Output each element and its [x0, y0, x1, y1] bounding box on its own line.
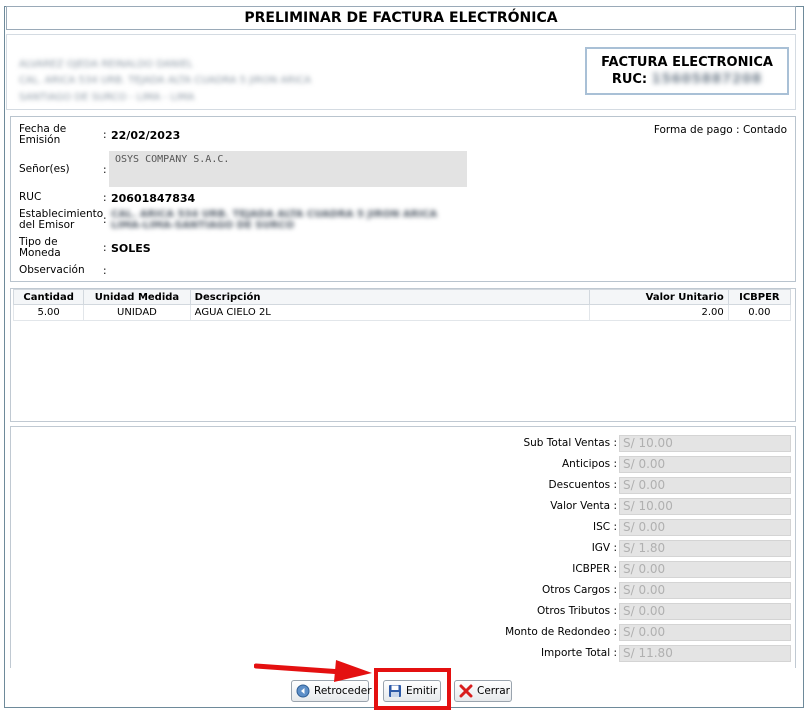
emitter-panel: ALVAREZ OJEDA REINALDO DANIEL CAL. ARICA… [6, 34, 796, 110]
cell-icbper: 0.00 [727, 304, 792, 321]
otros-cargos-label: Otros Cargos : [541, 584, 617, 596]
valor-venta-value: S/ 10.00 [619, 498, 791, 515]
total-row-redondeo: Monto de Redondeo : S/ 0.00 [11, 624, 797, 641]
emitir-highlight-box [374, 668, 451, 710]
fecha-label: Fecha de Emisión [19, 123, 67, 146]
otros-cargos-value: S/ 0.00 [619, 582, 791, 599]
igv-label: IGV : [591, 542, 617, 554]
importe-total-value: S/ 11.80 [619, 645, 791, 662]
icbper-label: ICBPER : [572, 563, 617, 575]
subtotal-value: S/ 10.00 [619, 435, 791, 452]
document-type-box: FACTURA ELECTRONICA RUC: 15605887208 [585, 47, 789, 95]
colon: : [103, 265, 107, 277]
items-table: Cantidad Unidad Medida Descripción Valor… [12, 289, 792, 321]
anticipos-label: Anticipos : [562, 458, 617, 470]
emitter-name: ALVAREZ OJEDA REINALDO DANIEL [19, 59, 193, 70]
invoice-header-panel: Fecha de Emisión : 22/02/2023 Señor(es) … [10, 116, 796, 282]
ruc-label: RUC [19, 191, 42, 203]
total-row-valor-venta: Valor Venta : S/ 10.00 [11, 498, 797, 515]
total-row-importe-total: Importe Total : S/ 11.80 [11, 645, 797, 662]
items-panel: Cantidad Unidad Medida Descripción Valor… [10, 288, 796, 422]
redondeo-value: S/ 0.00 [619, 624, 791, 641]
forma-pago-label: Forma de pago [653, 124, 733, 136]
colon: : [103, 214, 107, 226]
establecimiento-label: Establecimiento del Emisor [19, 208, 104, 231]
col-valor-unitario: Valor Unitario [589, 289, 729, 305]
total-row-descuentos: Descuentos : S/ 0.00 [11, 477, 797, 494]
total-row-icbper: ICBPER : S/ 0.00 [11, 561, 797, 578]
ruc-value: 20601847834 [111, 192, 196, 205]
colon: : [103, 129, 107, 141]
items-header-row: Cantidad Unidad Medida Descripción Valor… [12, 289, 792, 305]
total-row-isc: ISC : S/ 0.00 [11, 519, 797, 536]
pointer-arrow-icon [254, 660, 372, 682]
descuentos-label: Descuentos : [548, 479, 617, 491]
fecha-value: 22/02/2023 [111, 129, 181, 142]
colon: : [103, 242, 107, 254]
total-row-otros-cargos: Otros Cargos : S/ 0.00 [11, 582, 797, 599]
establecimiento-line2: LIMA-LIMA-SANTIAGO DE SURCO [111, 220, 295, 231]
cell-unidad: UNIDAD [83, 304, 191, 321]
col-descripcion: Descripción [189, 289, 591, 305]
anticipos-value: S/ 0.00 [619, 456, 791, 473]
window-title: PRELIMINAR DE FACTURA ELECTRÓNICA [6, 6, 796, 30]
totals-panel: Sub Total Ventas : S/ 10.00 Anticipos : … [10, 426, 796, 668]
total-row-igv: IGV : S/ 1.80 [11, 540, 797, 557]
redondeo-label: Monto de Redondeo : [505, 626, 617, 638]
document-type: FACTURA ELECTRONICA [601, 55, 773, 70]
total-row-anticipos: Anticipos : S/ 0.00 [11, 456, 797, 473]
col-cantidad: Cantidad [12, 289, 85, 305]
forma-pago: Forma de pago : Contado [654, 124, 787, 136]
descuentos-value: S/ 0.00 [619, 477, 791, 494]
total-row-subtotal: Sub Total Ventas : S/ 10.00 [11, 435, 797, 452]
emitter-address-line1: CAL. ARICA 534 URB. TEJADA ALTA CUADRA 5… [19, 75, 312, 86]
otros-tributos-value: S/ 0.00 [619, 603, 791, 620]
col-icbper: ICBPER [727, 289, 792, 305]
isc-value: S/ 0.00 [619, 519, 791, 536]
icbper-value: S/ 0.00 [619, 561, 791, 578]
colon: : [736, 124, 740, 136]
otros-tributos-label: Otros Tributos : [536, 605, 617, 617]
emitter-address-line2: SANTIAGO DE SURCO - LIMA - LIMA [19, 92, 195, 103]
moneda-value: SOLES [111, 242, 151, 255]
subtotal-label: Sub Total Ventas : [523, 437, 617, 449]
forma-pago-value: Contado [742, 124, 787, 136]
cell-descripcion: AGUA CIELO 2L [189, 304, 591, 321]
emitter-ruc: RUC: 15605887208 [587, 72, 787, 87]
isc-label: ISC : [593, 521, 617, 533]
cerrar-label: Cerrar [477, 685, 510, 697]
cell-cantidad: 5.00 [12, 304, 85, 321]
establecimiento-line1: CAL. ARICA 534 URB. TEJADA ALTA CUADRA 5… [111, 209, 438, 220]
back-arrow-icon [296, 684, 310, 698]
igv-value: S/ 1.80 [619, 540, 791, 557]
moneda-label: Tipo de Moneda [19, 236, 61, 259]
table-row: 5.00 UNIDAD AGUA CIELO 2L 2.00 0.00 [12, 304, 792, 321]
col-unidad-medida: Unidad Medida [83, 289, 191, 305]
senor-label: Señor(es) [19, 163, 70, 175]
total-row-otros-tributos: Otros Tributos : S/ 0.00 [11, 603, 797, 620]
cerrar-button[interactable]: Cerrar [454, 680, 512, 702]
valor-venta-label: Valor Venta : [550, 500, 617, 512]
close-x-icon [459, 684, 473, 698]
retroceder-label: Retroceder [314, 685, 372, 697]
observacion-label: Observación [19, 264, 85, 276]
emitter-ruc-label: RUC: [611, 72, 648, 87]
colon: : [103, 164, 107, 176]
senor-value: OSYS COMPANY S.A.C. [109, 151, 467, 187]
importe-total-label: Importe Total : [540, 647, 617, 659]
emitter-ruc-value: 15605887208 [651, 72, 763, 87]
cell-valor-unitario: 2.00 [589, 304, 729, 321]
colon: : [103, 192, 107, 204]
